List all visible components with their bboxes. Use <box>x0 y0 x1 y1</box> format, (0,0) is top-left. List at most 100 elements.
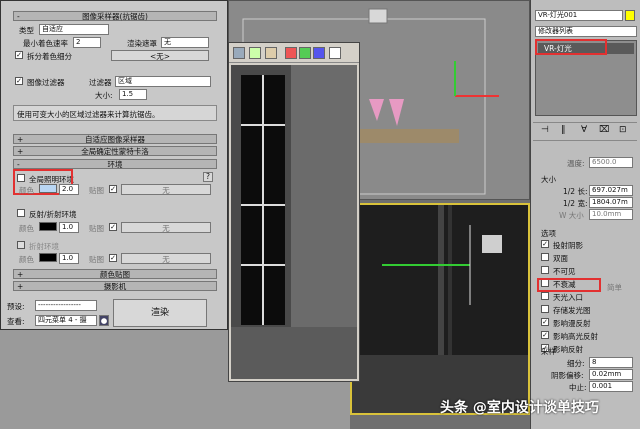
watermark: 头条 @室内设计谈单技巧 <box>440 400 599 416</box>
show-end-result-icon[interactable]: ‖ <box>561 125 566 135</box>
split-color-label: 拆分着色细分 <box>27 52 72 61</box>
temperature-field[interactable]: 6500.0 <box>589 157 633 168</box>
option-checkbox[interactable] <box>541 292 549 300</box>
rollout-image-sampler[interactable]: - 图像采样器(抗锯齿) <box>13 11 217 21</box>
subdivs-field[interactable]: 8 <box>589 357 633 368</box>
type-label: 类型 <box>19 26 34 35</box>
size-label: 大小: <box>95 91 113 100</box>
half-length-field[interactable]: 697.027m <box>589 185 633 196</box>
temperature-label: 温度: <box>567 159 585 168</box>
option-checkbox[interactable] <box>541 305 549 313</box>
make-unique-icon[interactable]: ∀ <box>581 125 587 135</box>
green-channel-icon[interactable] <box>299 47 311 59</box>
modifier-list-dropdown[interactable]: 修改器列表 <box>535 26 637 37</box>
rendered-image <box>231 65 357 379</box>
cutoff-label: 中止: <box>569 383 587 392</box>
refl-color-swatch[interactable] <box>39 222 57 231</box>
half-length-label: 1/2 长: <box>563 187 588 196</box>
subdivs-label: 细分: <box>567 359 585 368</box>
render-settings-dialog: - 图像采样器(抗锯齿) 类型 自适应 最小着色速率 2 渲染遮罩 无 ✓ 拆分着… <box>0 0 228 330</box>
size-spinner[interactable]: 1.5 <box>119 89 147 100</box>
w-size-field[interactable]: 10.0mm <box>589 209 633 220</box>
option-label: 影响漫反射 <box>553 319 591 328</box>
perspective-viewport[interactable] <box>350 203 530 415</box>
filter-hint-box: 使用可变大小的区域过滤器来计算抗锯齿。 <box>13 105 217 121</box>
option-label: 影响高光反射 <box>553 332 598 341</box>
option-label: 不可见 <box>553 267 576 276</box>
object-name-field[interactable]: VR-灯光001 <box>535 10 623 21</box>
preset-dropdown[interactable]: ----------------- <box>35 300 97 311</box>
rollout-camera[interactable]: + 摄影机 <box>13 281 217 291</box>
refr-env-checkbox[interactable] <box>17 241 25 249</box>
option-label: 投射阴影 <box>553 241 583 250</box>
gi-multiplier[interactable]: 2.0 <box>59 184 79 195</box>
filter-hint-text: 使用可变大小的区域过滤器来计算抗锯齿。 <box>17 110 160 119</box>
sampling-group-label: 采样 <box>541 347 556 356</box>
refr-multiplier[interactable]: 1.0 <box>59 253 79 264</box>
half-width-field[interactable]: 1804.07m <box>589 197 633 208</box>
panel-separator <box>533 140 637 141</box>
min-rate-spinner[interactable]: 2 <box>73 37 101 48</box>
gi-map-button[interactable]: 无 <box>121 184 211 195</box>
remove-modifier-icon[interactable]: ⌧ <box>599 125 609 135</box>
rollout-global-dmc[interactable]: + 全局确定性蒙特卡洛 <box>13 146 217 156</box>
rollout-color-mapping[interactable]: + 颜色贴图 <box>13 269 217 279</box>
gi-map-checkbox[interactable]: ✓ <box>109 185 117 193</box>
red-channel-icon[interactable] <box>285 47 297 59</box>
help-button[interactable]: ? <box>203 172 213 182</box>
image-filter-checkbox[interactable]: ✓ <box>15 77 23 85</box>
gi-color-label: 颜色 <box>19 186 34 195</box>
object-color-swatch[interactable] <box>625 10 635 21</box>
stack-highlight <box>535 39 607 55</box>
shadow-bias-field[interactable]: 0.02mm <box>589 369 633 380</box>
option-checkbox[interactable]: ✓ <box>541 318 549 326</box>
mask-map-button[interactable]: <无> <box>111 50 209 61</box>
option-label: 天光入口 <box>553 293 583 302</box>
gi-color-swatch[interactable] <box>39 184 57 193</box>
save-icon[interactable] <box>233 47 245 59</box>
refl-env-checkbox[interactable] <box>17 209 25 217</box>
refr-color-label: 颜色 <box>19 255 34 264</box>
refr-map-checkbox[interactable]: ✓ <box>109 254 117 262</box>
rollout-adaptive[interactable]: + 自适应图像采样器 <box>13 134 217 144</box>
option-label: 存储发光图 <box>553 306 591 315</box>
refl-map-button[interactable]: 无 <box>121 222 211 233</box>
view-dropdown[interactable]: 四元菜单 4 - 摄 <box>35 315 97 326</box>
option-checkbox[interactable]: ✓ <box>541 331 549 339</box>
copy-icon[interactable] <box>249 47 261 59</box>
options-group-label: 选项 <box>541 229 556 238</box>
cutoff-field[interactable]: 0.001 <box>589 381 633 392</box>
type-dropdown[interactable]: 自适应 <box>39 24 109 35</box>
image-filter-label: 图像过滤器 <box>27 78 65 87</box>
configure-sets-icon[interactable]: ⊡ <box>619 125 627 135</box>
option-label: 影响反射 <box>553 345 583 354</box>
shadow-bias-label: 阴影偏移: <box>551 371 584 380</box>
clone-icon[interactable] <box>265 47 277 59</box>
filter-dropdown[interactable]: 区域 <box>115 76 211 87</box>
render-frame-window[interactable] <box>228 42 360 382</box>
render-toolbar <box>229 43 359 63</box>
split-color-checkbox[interactable]: ✓ <box>15 51 23 59</box>
gi-map-label: 贴图 <box>89 186 104 195</box>
rollout-environment[interactable]: - 环境 <box>13 159 217 169</box>
refl-map-checkbox[interactable]: ✓ <box>109 223 117 231</box>
option-checkbox[interactable] <box>541 266 549 274</box>
option-checkbox[interactable] <box>541 253 549 261</box>
render-button[interactable]: 渲染 <box>113 299 207 327</box>
lock-icon[interactable]: ● <box>99 315 109 326</box>
refl-multiplier[interactable]: 1.0 <box>59 222 79 233</box>
half-width-label: 1/2 宽: <box>563 199 588 208</box>
alpha-channel-icon[interactable] <box>329 47 341 59</box>
pin-stack-icon[interactable]: ⊣ <box>541 125 549 135</box>
min-rate-label: 最小着色速率 <box>23 39 68 48</box>
render-mask-dropdown[interactable]: 无 <box>161 37 209 48</box>
option-label: 双面 <box>553 254 568 263</box>
refr-color-swatch[interactable] <box>39 253 57 262</box>
refl-map-label: 贴图 <box>89 224 104 233</box>
skylight-portal-highlight <box>537 278 601 292</box>
option-checkbox[interactable]: ✓ <box>541 240 549 248</box>
rendered-room <box>231 65 357 379</box>
blue-channel-icon[interactable] <box>313 47 325 59</box>
refr-map-button[interactable]: 无 <box>121 253 211 264</box>
command-panel: VR-灯光001 修改器列表 VR-灯光 ⊣ ‖ ∀ ⌧ ⊡ 温度: 6500.… <box>530 0 640 429</box>
